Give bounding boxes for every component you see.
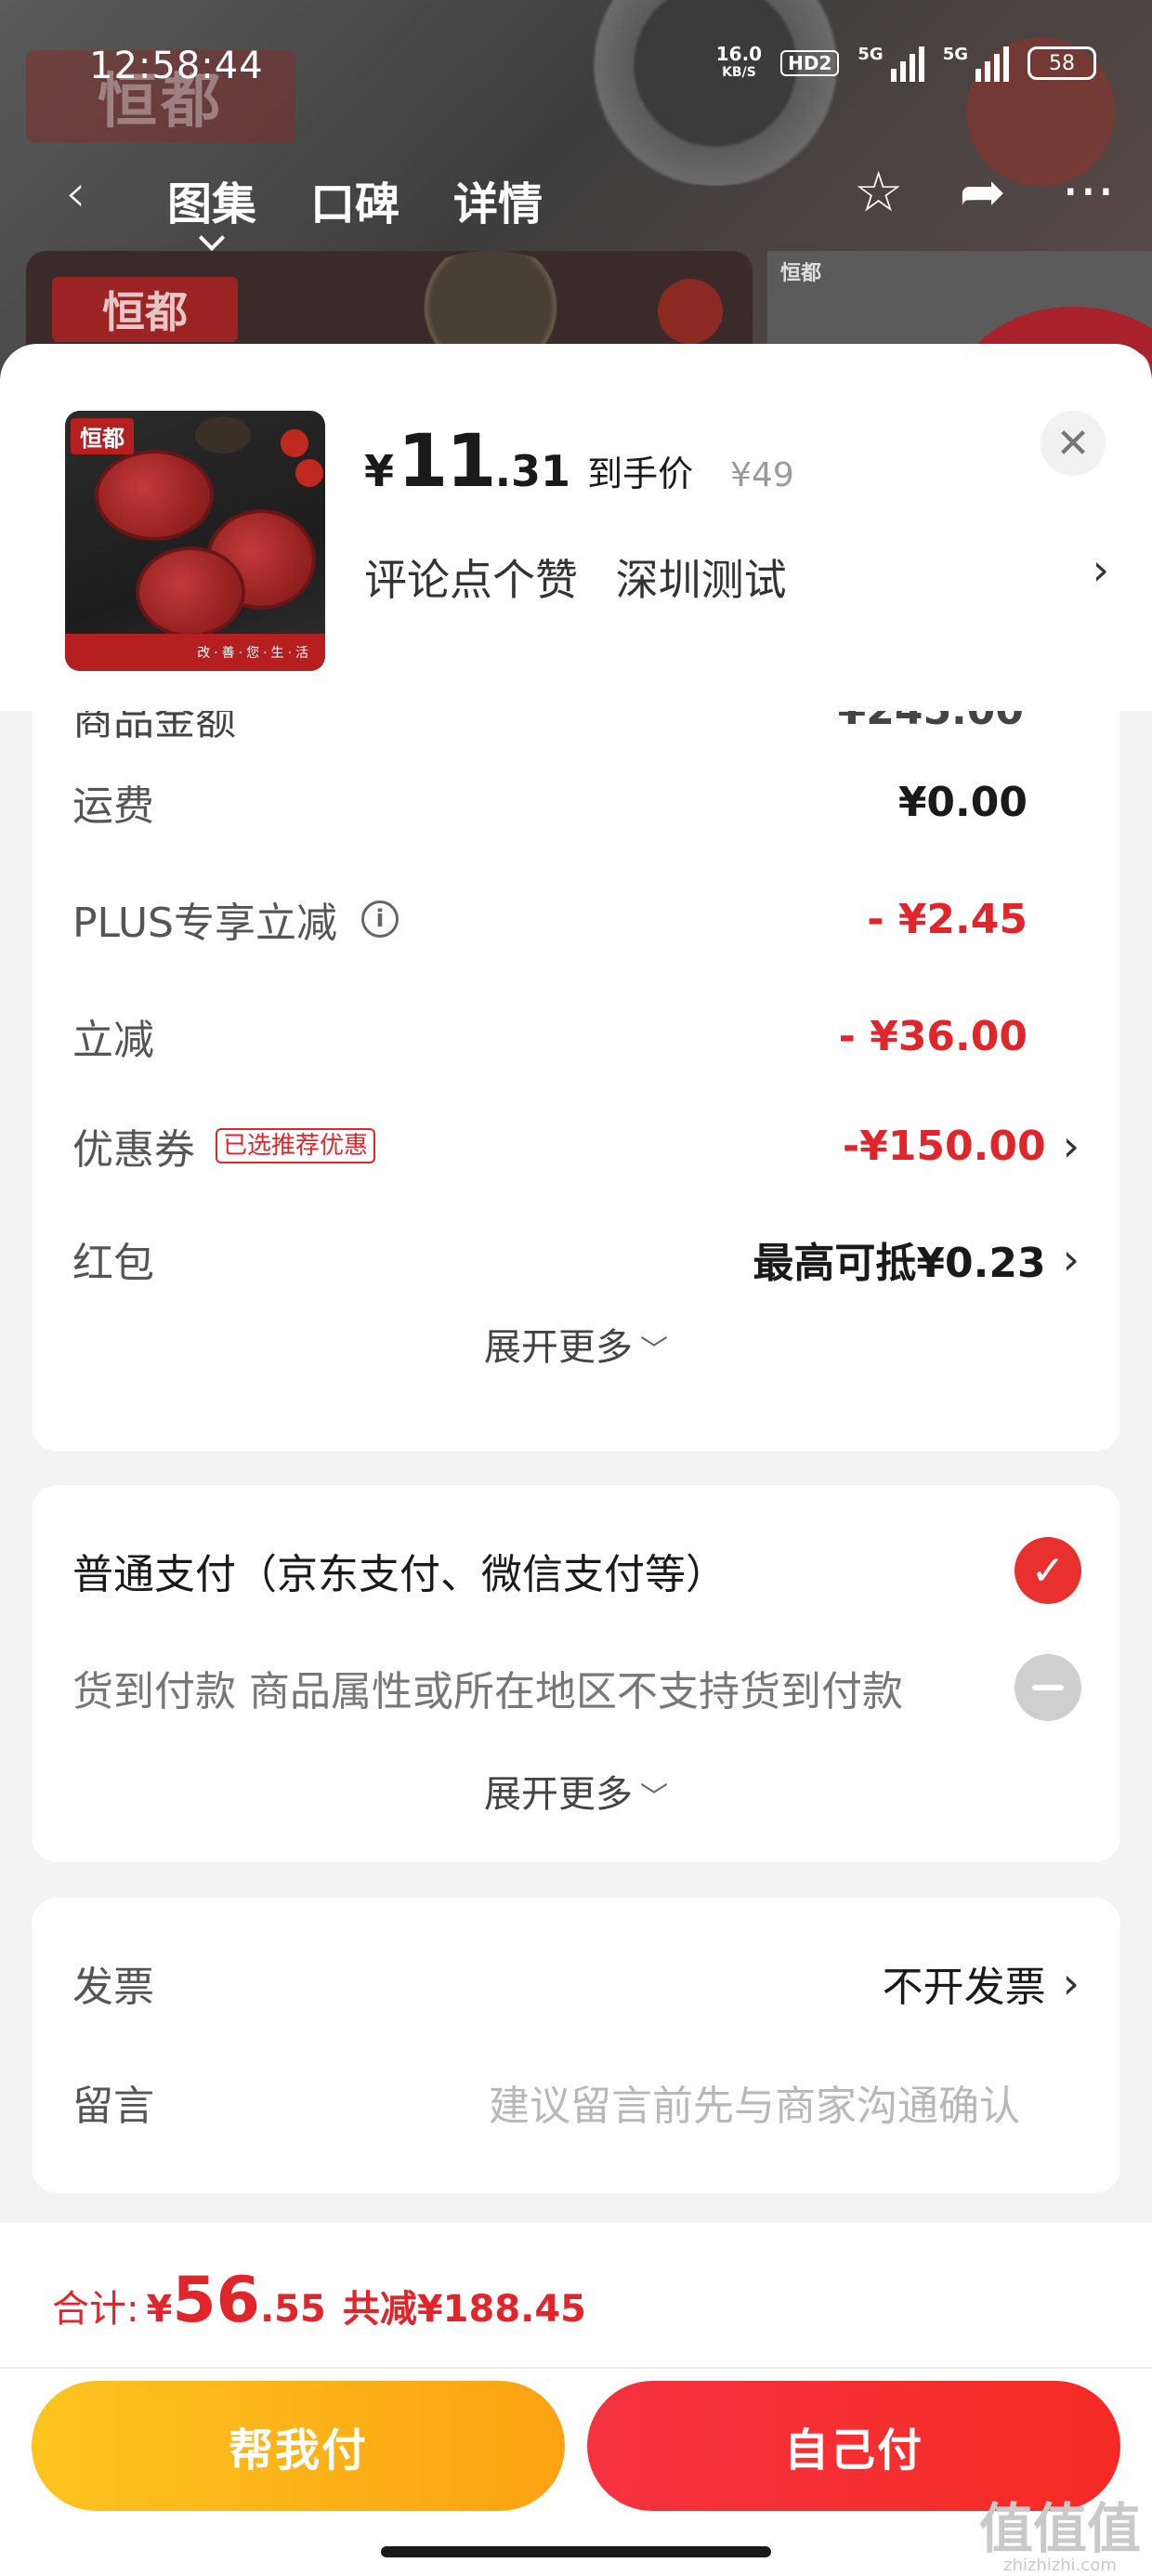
nav-actions: ☆ ➦ ··· (854, 160, 1115, 225)
total-integer: 56 (172, 2264, 260, 2337)
order-total: 合计: ¥ 56 .55 共减¥188.45 (52, 2264, 586, 2337)
checkout-bar: 合计: ¥ 56 .55 共减¥188.45 帮我付 自己付 值值值 zhizhi… (0, 2223, 1152, 2576)
price-decimal: .31 (494, 446, 571, 496)
price-currency: ¥ (364, 446, 395, 496)
share-icon[interactable]: ➦ (960, 160, 1006, 225)
chevron-down-icon: ﹀ (640, 1334, 668, 1367)
row-label: PLUS专享立减 (72, 900, 337, 947)
cut-off-row: 商品金额 ¥245.00 (72, 711, 1080, 744)
expand-more-button[interactable]: 展开更多 ﹀ (32, 1317, 1120, 1371)
extras-card: 发票 不开发票 › 留言 建议留言前先与商家沟通确认 (32, 1898, 1120, 2193)
price-label: 到手价 (587, 453, 694, 494)
payment-method-card: 普通支付（京东支付、微信支付等） ✓ 货到付款 商品属性或所在地区不支持货到付款… (32, 1485, 1120, 1862)
chevron-right-icon: › (1062, 1958, 1080, 2008)
instant-discount-row: 立减 - ¥36.00 (72, 999, 1080, 1073)
payment-option-label: 普通支付（京东支付、微信支付等） (72, 1551, 727, 1598)
product-thumbnail: 恒都 改·善·您·生·活 (65, 411, 325, 671)
row-value: 最高可抵¥0.23 (753, 1240, 1046, 1287)
total-decimal: .55 (259, 2288, 326, 2331)
original-price: ¥49 (730, 456, 794, 494)
spec-value: 评论点个赞 (364, 555, 578, 605)
watermark: 值值值 zhizhizhi.com (978, 2497, 1141, 2575)
chevron-right-icon[interactable]: › (1093, 545, 1109, 595)
more-icon[interactable]: ··· (1062, 160, 1115, 225)
product-header: 恒都 改·善·您·生·活 ¥ 11 .31 到手价 ¥49 评论点个赞 深圳测试… (0, 344, 1152, 711)
expand-more-button[interactable]: 展开更多 ﹀ (32, 1764, 1120, 1818)
row-label: 运费 (72, 782, 154, 830)
back-icon[interactable]: ‹ (65, 164, 85, 224)
pepper-image (195, 416, 251, 453)
spec-value: 深圳测试 (615, 555, 787, 605)
row-label: 商品金额 (72, 711, 236, 744)
shipping-row: 运费 ¥0.00 (72, 765, 1080, 839)
nav-tabs: 图集 口碑 详情 (167, 167, 543, 232)
status-bar: 12:58:44 16.0 KB/S HD2 5G 5G 58 (0, 0, 1152, 139)
thumbnail-slogan: 改·善·您·生·活 (65, 634, 325, 671)
signal-icon: 5G (857, 45, 924, 82)
row-value: ¥245.00 (838, 711, 1024, 734)
ask-friend-pay-button[interactable]: 帮我付 (32, 2381, 565, 2511)
chevron-right-icon: › (1062, 1121, 1080, 1171)
row-value: - ¥36.00 (838, 1012, 1028, 1060)
coupon-row[interactable]: 优惠券 已选推荐优惠 -¥150.00 › (72, 1109, 1080, 1183)
row-label: 红包 (72, 1240, 154, 1287)
info-icon[interactable]: i (361, 900, 399, 938)
tab-reviews[interactable]: 口碑 (310, 167, 399, 232)
pay-myself-button[interactable]: 自己付 (587, 2381, 1120, 2511)
total-saved: 共减¥188.45 (342, 2288, 587, 2331)
close-icon[interactable]: ✕ (1041, 411, 1106, 476)
price-integer: 11 (398, 420, 497, 504)
chevron-right-icon: › (1062, 1234, 1080, 1284)
checkmark-icon[interactable]: ✓ (1015, 1537, 1081, 1604)
signal-icon-2: 5G (943, 45, 1009, 82)
payment-option-cod: 货到付款 商品属性或所在地区不支持货到付款 (72, 1650, 1080, 1725)
thumbnail-brand-logo: 恒都 (71, 418, 134, 454)
total-label: 合计: (52, 2288, 139, 2331)
tab-gallery[interactable]: 图集 (167, 167, 256, 232)
recommended-tag: 已选推荐优惠 (216, 1128, 376, 1163)
row-label: 发票 (72, 1964, 154, 2011)
row-value: ¥0.00 (897, 778, 1028, 826)
fee-card: 商品金额 ¥245.00 运费 ¥0.00 PLUS专享立减i - ¥2.45 … (32, 711, 1120, 1452)
steak-image (98, 453, 210, 537)
top-nav: ‹ 图集 口碑 详情 ☆ ➦ ··· (0, 149, 1152, 232)
total-currency: ¥ (146, 2288, 173, 2331)
tomato-image (281, 429, 308, 457)
red-packet-row[interactable]: 红包 最高可抵¥0.23 › (72, 1222, 1080, 1296)
row-label: 立减 (72, 1017, 154, 1064)
payment-option-standard[interactable]: 普通支付（京东支付、微信支付等） (72, 1533, 1080, 1608)
home-indicator[interactable] (381, 2546, 771, 2557)
tomato-image (658, 279, 723, 344)
banner-mini-logo: 恒都 (780, 262, 822, 285)
favorite-star-icon[interactable]: ☆ (854, 160, 904, 225)
tomato-image (295, 459, 323, 487)
row-value: - ¥2.45 (867, 895, 1028, 943)
spec-selector[interactable]: 评论点个赞 深圳测试 (364, 546, 787, 608)
note-input[interactable]: 建议留言前先与商家沟通确认 (489, 2072, 1020, 2132)
chevron-down-icon: ﹀ (640, 1781, 668, 1814)
row-value: -¥150.00 (842, 1122, 1046, 1170)
row-label: 留言 (72, 2083, 154, 2130)
final-price: ¥ 11 .31 到手价 ¥49 (364, 420, 794, 504)
divider (0, 2367, 1152, 2369)
disabled-icon (1015, 1654, 1081, 1721)
banner-brand-logo: 恒都 (52, 277, 238, 342)
hd-icon: HD2 (780, 50, 840, 76)
steak-image (139, 550, 242, 634)
battery-icon: 58 (1028, 46, 1096, 80)
status-time: 12:58:44 (89, 45, 264, 87)
status-icons: 16.0 KB/S HD2 5G 5G 58 (716, 45, 1096, 82)
row-label: 优惠券 (72, 1126, 195, 1174)
payment-option-label: 货到付款 商品属性或所在地区不支持货到付款 (72, 1668, 903, 1715)
note-row[interactable]: 留言 建议留言前先与商家沟通确认 (72, 2065, 1080, 2139)
tab-details[interactable]: 详情 (453, 167, 543, 232)
invoice-row[interactable]: 发票 不开发票 › (72, 1946, 1080, 2020)
plus-discount-row: PLUS专享立减 i - ¥2.45 (72, 882, 1080, 956)
network-speed: 16.0 KB/S (715, 43, 763, 80)
row-value: 不开发票 (882, 1964, 1046, 2011)
